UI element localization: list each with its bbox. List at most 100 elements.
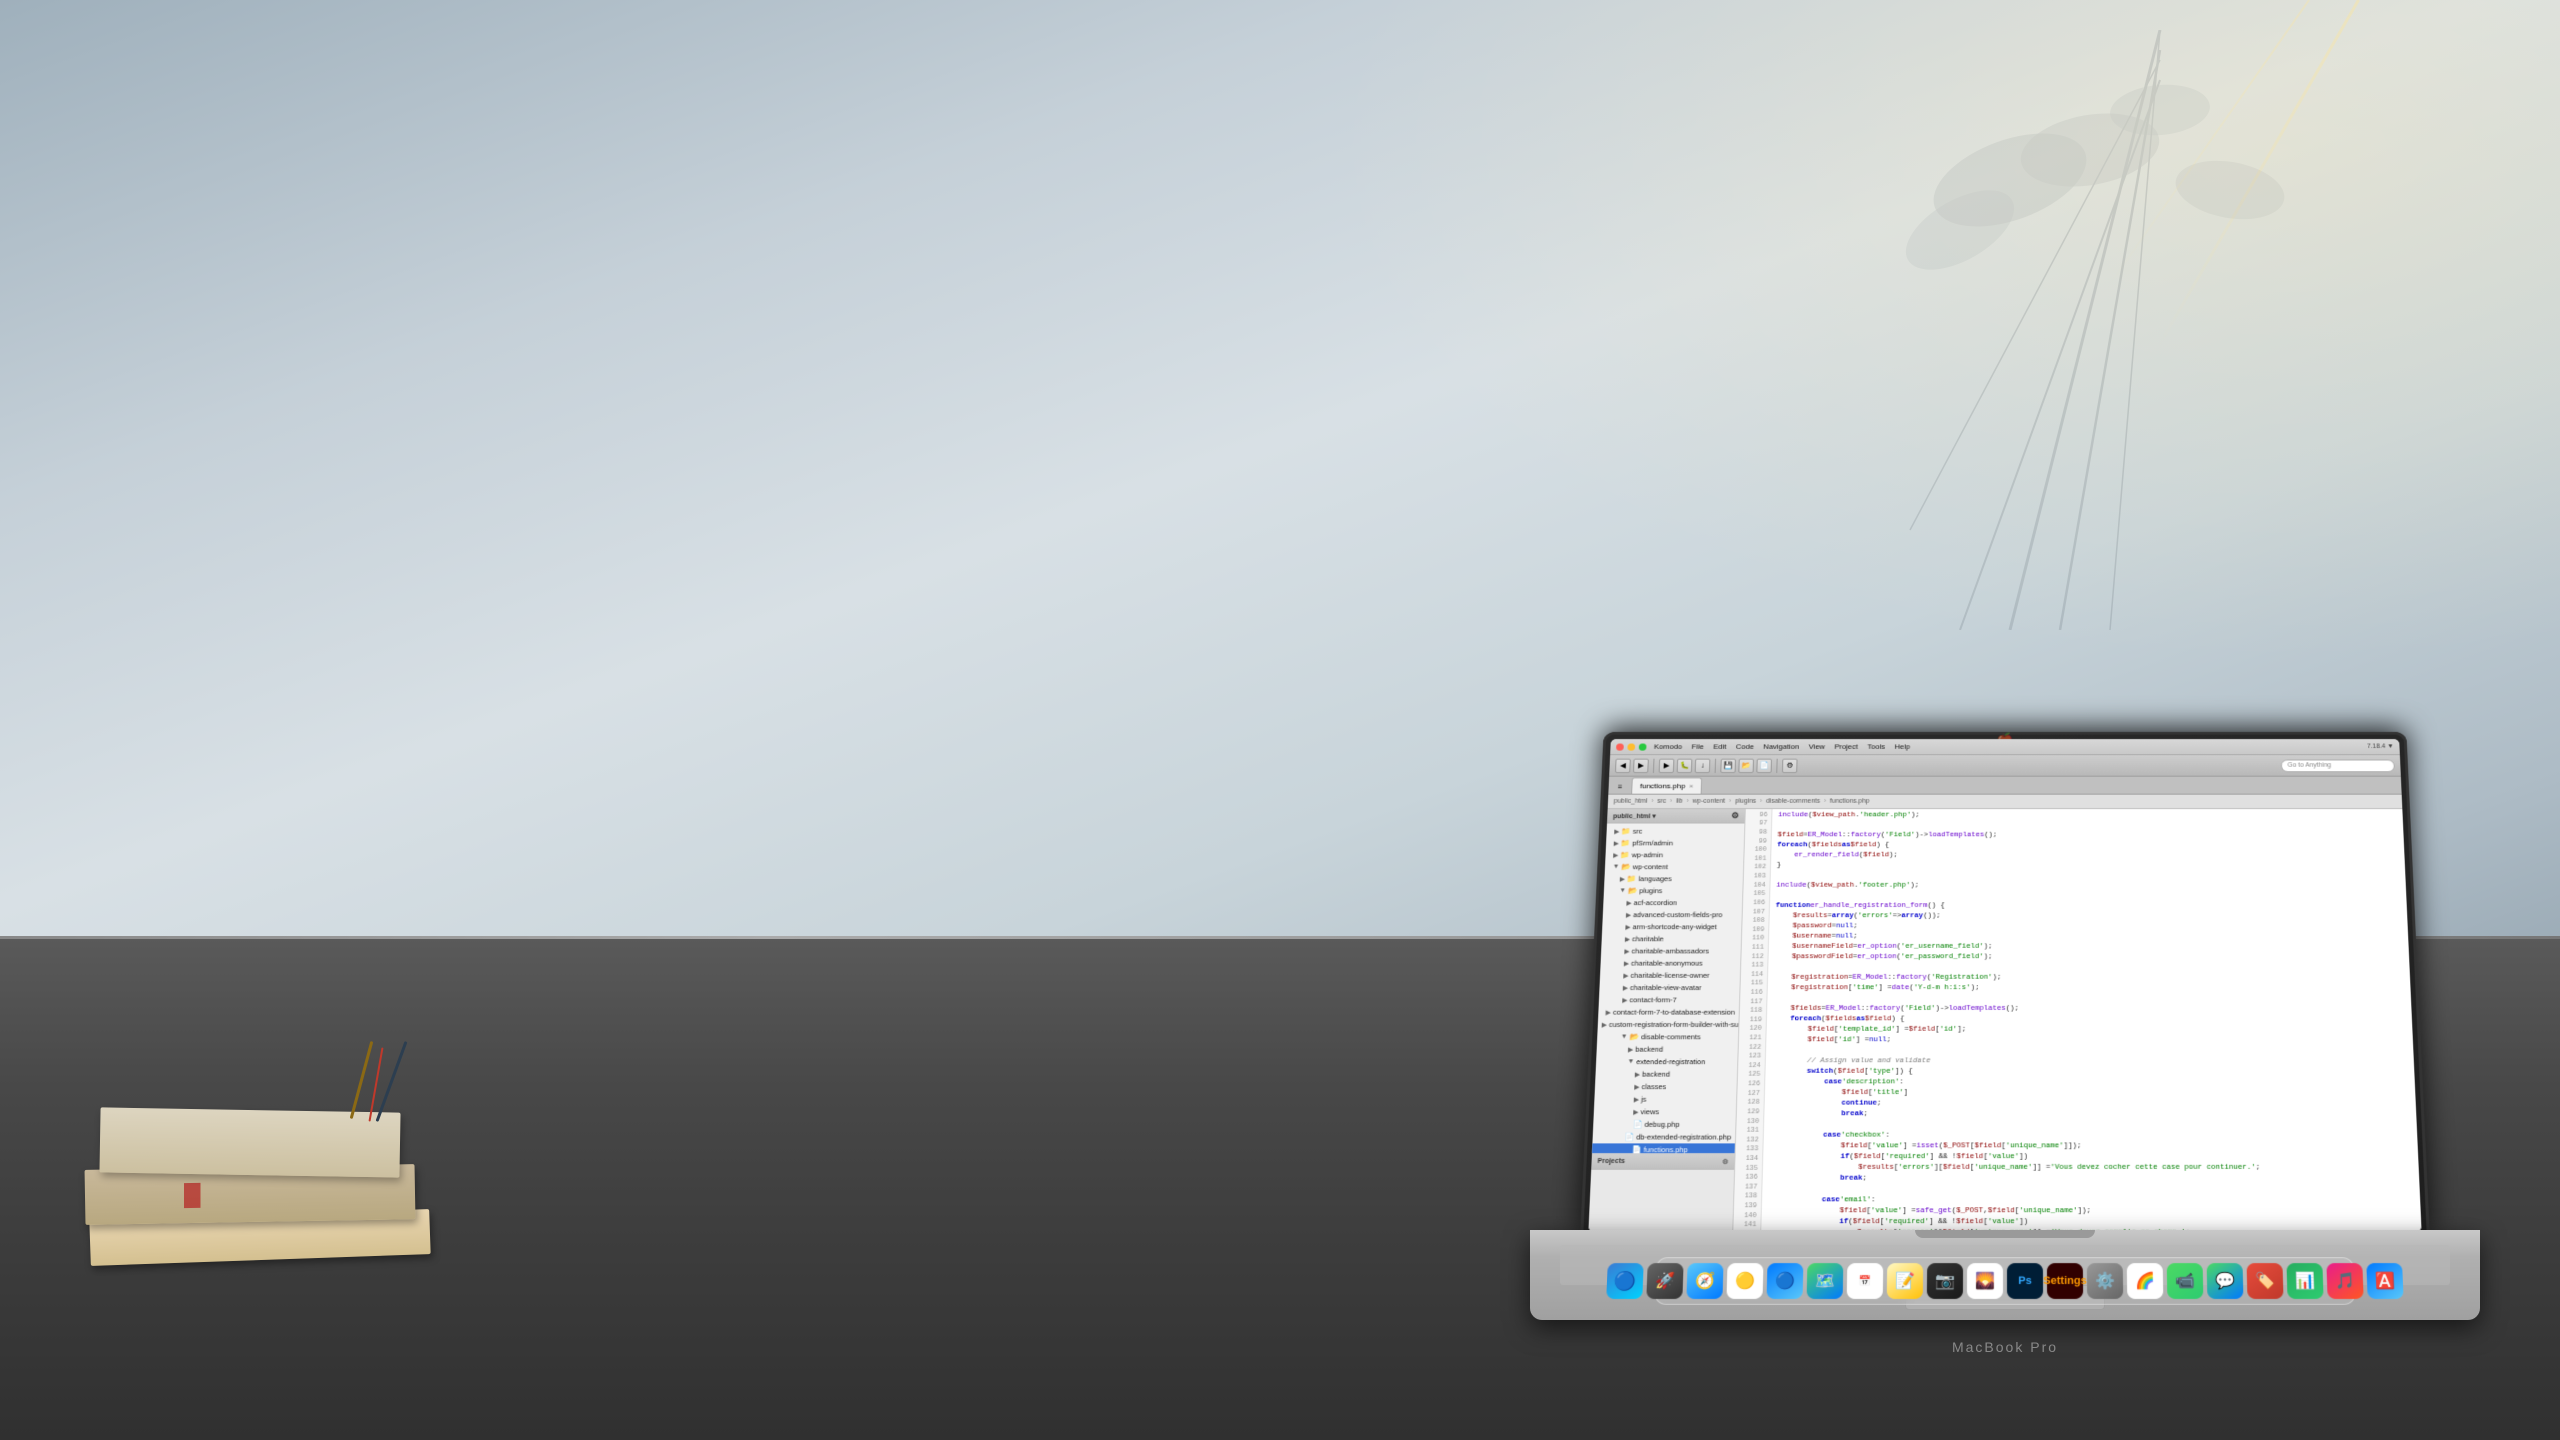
save-button[interactable]: 💾 <box>1720 758 1736 772</box>
dock-icon-bookmarks[interactable]: 🏷️ <box>2247 1263 2284 1299</box>
tree-label-acfpro: advanced-custom-fields-pro <box>1633 911 1723 919</box>
toolbar-separator-2 <box>1715 758 1716 772</box>
dock-icon-facetime[interactable]: 📹 <box>2167 1263 2204 1299</box>
dock-icon-photos[interactable]: 🌄 <box>1967 1263 2003 1299</box>
arrow-wpadmin: ▶ <box>1613 851 1618 858</box>
tree-item-backend[interactable]: ▶ backend <box>1596 1043 1737 1055</box>
arrow-languages: ▶ <box>1620 875 1625 882</box>
new-button[interactable]: 📄 <box>1756 758 1772 772</box>
code-line-104 <box>1776 891 2401 901</box>
dock-icon-notes[interactable]: 📝 <box>1887 1263 1923 1299</box>
tree-item-wpcontent[interactable]: ▼ 📂 wp-content <box>1605 861 1744 873</box>
dock-icon-colors[interactable]: 🌈 <box>2127 1263 2164 1299</box>
dock-icon-numbers[interactable]: 📊 <box>2286 1263 2323 1299</box>
tree-item-wpadmin[interactable]: ▶ 📁 wp-admin <box>1605 849 1743 861</box>
tree-item-charitable[interactable]: ▶ charitable <box>1601 933 1741 945</box>
tree-item-acfpro[interactable]: ▶ advanced-custom-fields-pro <box>1603 909 1742 921</box>
tree-item-backend2[interactable]: ▶ backend <box>1595 1068 1737 1080</box>
tree-item-disable-comments[interactable]: ▼ 📂 disable-comments <box>1597 1031 1738 1043</box>
tree-item-functions-php[interactable]: 📄 functions.php <box>1592 1143 1735 1153</box>
tree-item-debug-php[interactable]: 📄 debug.php <box>1593 1118 1736 1131</box>
menu-help[interactable]: Help <box>1894 743 1910 751</box>
dock-icon-safari[interactable]: 🔵 <box>1767 1263 1804 1299</box>
menu-file[interactable]: File <box>1692 743 1704 751</box>
go-to-anything[interactable]: Go to Anything <box>2281 759 2395 772</box>
dock-icon-sysprefs[interactable]: ⚙️ <box>2087 1263 2123 1299</box>
dock-icon-finder[interactable]: 🔵 <box>1606 1263 1643 1299</box>
code-line-120: // Assign value and validate <box>1772 1056 2409 1067</box>
dock-icon-illustrator[interactable]: Settings <box>2047 1263 2083 1299</box>
close-button[interactable] <box>1616 743 1624 750</box>
dock-icon-maps[interactable]: 🗺️ <box>1807 1263 1844 1299</box>
dock-icon-messages[interactable]: 💬 <box>2207 1263 2244 1299</box>
menu-navigation[interactable]: Navigation <box>1763 743 1799 751</box>
tree-item-db-ext[interactable]: 📄 db-extended-registration.php <box>1592 1131 1735 1144</box>
menu-komodo[interactable]: Komodo <box>1654 743 1683 751</box>
file-tree-panel: public_html ▾ ⚙ ▶ 📁 src <box>1588 809 1745 1232</box>
tab-functions-php[interactable]: functions.php × <box>1631 778 1702 794</box>
tab-manager-button[interactable]: ≡ <box>1612 779 1628 793</box>
projects-header[interactable]: Projects ⚙ <box>1591 1154 1734 1170</box>
menu-tools[interactable]: Tools <box>1867 743 1885 751</box>
code-line-124: continue; <box>1770 1099 2410 1110</box>
debug-button[interactable]: 🐛 <box>1677 758 1693 772</box>
settings-button[interactable]: ⚙ <box>1782 758 1798 772</box>
dock-icon-appstore[interactable]: 🅰️ <box>2366 1263 2403 1299</box>
tree-item-languages[interactable]: ▶ 📁 languages <box>1604 873 1743 885</box>
open-button[interactable]: 📂 <box>1738 758 1754 772</box>
dock-icon-chrome[interactable]: 🟡 <box>1726 1263 1763 1299</box>
tree-item-pfrm[interactable]: ▶ 📁 pfSrm/admin <box>1606 837 1744 849</box>
tree-item-charitable-lic[interactable]: ▶ charitable-license-owner <box>1600 969 1740 981</box>
projects-gear-icon[interactable]: ⚙ <box>1722 1158 1728 1166</box>
dock-icon-calendar[interactable]: 📅 <box>1847 1263 1884 1299</box>
file-tree-content[interactable]: ▶ 📁 src ▶ 📁 pfSrm/admin <box>1592 824 1744 1154</box>
tree-item-src[interactable]: ▶ 📁 src <box>1606 825 1744 837</box>
tab-close-button[interactable]: × <box>1689 782 1694 790</box>
ln-98: 98 <box>1745 828 1771 837</box>
projects-label: Projects <box>1597 1158 1625 1165</box>
forward-button[interactable]: ▶ <box>1633 758 1649 772</box>
menu-view[interactable]: View <box>1809 743 1825 751</box>
ln-110: 110 <box>1742 934 1768 943</box>
code-line-96: include($view_path . 'header.php'); <box>1778 811 2397 821</box>
tree-item-cf7[interactable]: ▶ contact-form-7 <box>1599 994 1740 1006</box>
menu-project[interactable]: Project <box>1834 743 1858 751</box>
ln-103: 103 <box>1744 872 1770 881</box>
file-tree-options[interactable]: ⚙ <box>1731 811 1739 821</box>
tree-item-classes[interactable]: ▶ classes <box>1595 1080 1737 1093</box>
arrow-views: ▶ <box>1633 1108 1639 1116</box>
code-line-97 <box>1778 821 2398 831</box>
dock-icon-safari-alt[interactable]: 🧭 <box>1686 1263 1723 1299</box>
tree-item-arm[interactable]: ▶ arm-shortcode-any-widget <box>1602 921 1742 933</box>
minimize-button[interactable] <box>1627 743 1635 750</box>
tree-item-cf7db[interactable]: ▶ contact-form-7-to-database-extension <box>1598 1006 1739 1018</box>
step-button[interactable]: ↓ <box>1695 758 1711 772</box>
tree-item-charitable-view[interactable]: ▶ charitable-view-avatar <box>1599 982 1739 994</box>
code-text[interactable]: include($view_path . 'header.php'); $fie… <box>1761 809 2421 1232</box>
dock-icon-launchpad[interactable]: 🚀 <box>1646 1263 1683 1299</box>
back-button[interactable]: ◀ <box>1615 758 1631 772</box>
ln-116: 116 <box>1740 988 1767 997</box>
tree-item-views[interactable]: ▶ views <box>1594 1106 1736 1119</box>
tree-item-charitable-anon[interactable]: ▶ charitable-anonymous <box>1600 957 1740 969</box>
bc-1: public_html <box>1614 798 1648 804</box>
code-line-131: break; <box>1768 1174 2413 1185</box>
bc-sep-2: › <box>1670 798 1672 804</box>
tree-item-custom-reg[interactable]: ▶ custom-registration-form-builder-with-… <box>1598 1018 1739 1030</box>
run-button[interactable]: ▶ <box>1659 758 1675 772</box>
maximize-button[interactable] <box>1639 743 1647 750</box>
tree-item-charitable-amb[interactable]: ▶ charitable-ambassadors <box>1601 945 1741 957</box>
ln-97: 97 <box>1745 820 1771 829</box>
code-line-134: $field['value'] = safe_get($_POST, $fiel… <box>1768 1206 2415 1217</box>
dock-icon-itunes[interactable]: 🎵 <box>2326 1263 2363 1299</box>
tree-label-classes: classes <box>1641 1082 1666 1091</box>
dock-icon-photoshop[interactable]: Ps <box>2007 1263 2043 1299</box>
tree-item-acf[interactable]: ▶ acf-accordion <box>1603 897 1742 909</box>
folder-icon-disable-comments: 📂 <box>1629 1033 1639 1042</box>
tree-item-js[interactable]: ▶ js <box>1594 1093 1736 1106</box>
tree-item-plugins[interactable]: ▼ 📂 plugins <box>1604 885 1743 897</box>
tree-item-extended-reg[interactable]: ▼ extended-registration <box>1596 1056 1738 1068</box>
menu-edit[interactable]: Edit <box>1713 743 1726 751</box>
dock-icon-screencap[interactable]: 📷 <box>1927 1263 1963 1299</box>
menu-code[interactable]: Code <box>1736 743 1754 751</box>
